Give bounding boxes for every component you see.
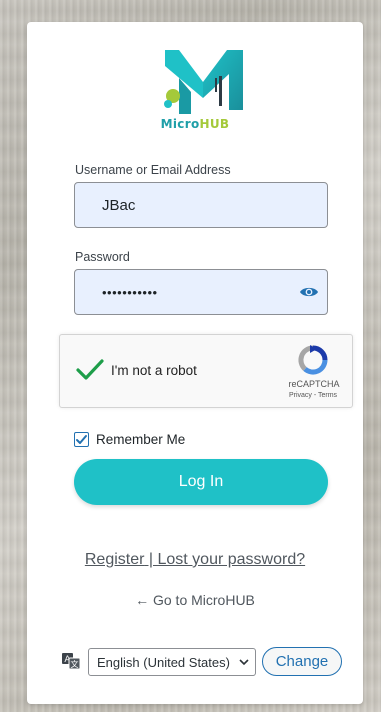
recaptcha-logo-icon — [298, 345, 328, 375]
recaptcha-label: I'm not a robot — [111, 363, 197, 378]
svg-text:文: 文 — [71, 659, 79, 669]
brand-name-hub: HUB — [199, 117, 230, 131]
links-separator: | — [144, 551, 158, 568]
go-to-site-link[interactable]: ← Go to MicroHUB — [27, 592, 363, 608]
recaptcha-widget: I'm not a robot reCAPTCHA Privacy - Term… — [59, 334, 353, 408]
language-selected: English (United States) — [97, 654, 230, 670]
account-links: Register | Lost your password? — [27, 551, 363, 569]
log-in-button[interactable]: Log In — [74, 459, 328, 505]
login-card: MicroHUB Username or Email Address JBac … — [27, 22, 363, 704]
password-value: ••••••••••• — [102, 284, 158, 300]
lost-password-link[interactable]: Lost your password? — [157, 551, 305, 568]
language-select[interactable]: English (United States) — [88, 648, 256, 676]
password-label: Password — [75, 250, 130, 264]
brand-name: MicroHUB — [27, 117, 363, 131]
recaptcha-links[interactable]: Privacy - Terms — [278, 392, 348, 399]
password-input[interactable]: ••••••••••• — [74, 269, 328, 315]
checkbox-check-icon — [76, 435, 87, 444]
username-value: JBac — [102, 196, 136, 214]
checkmark-icon[interactable] — [74, 357, 106, 383]
chevron-down-icon — [239, 659, 249, 666]
translate-icon: A 文 — [62, 653, 81, 670]
remember-me-label: Remember Me — [96, 432, 186, 447]
remember-me[interactable]: Remember Me — [74, 432, 185, 447]
eye-icon[interactable] — [299, 283, 319, 301]
remember-me-checkbox[interactable] — [74, 432, 89, 447]
username-label: Username or Email Address — [75, 163, 231, 177]
username-input[interactable]: JBac — [74, 182, 328, 228]
change-language-button[interactable]: Change — [262, 647, 342, 676]
recaptcha-brand: reCAPTCHA — [288, 379, 340, 389]
brand-name-micro: Micro — [160, 117, 200, 131]
register-link[interactable]: Register — [85, 551, 145, 568]
